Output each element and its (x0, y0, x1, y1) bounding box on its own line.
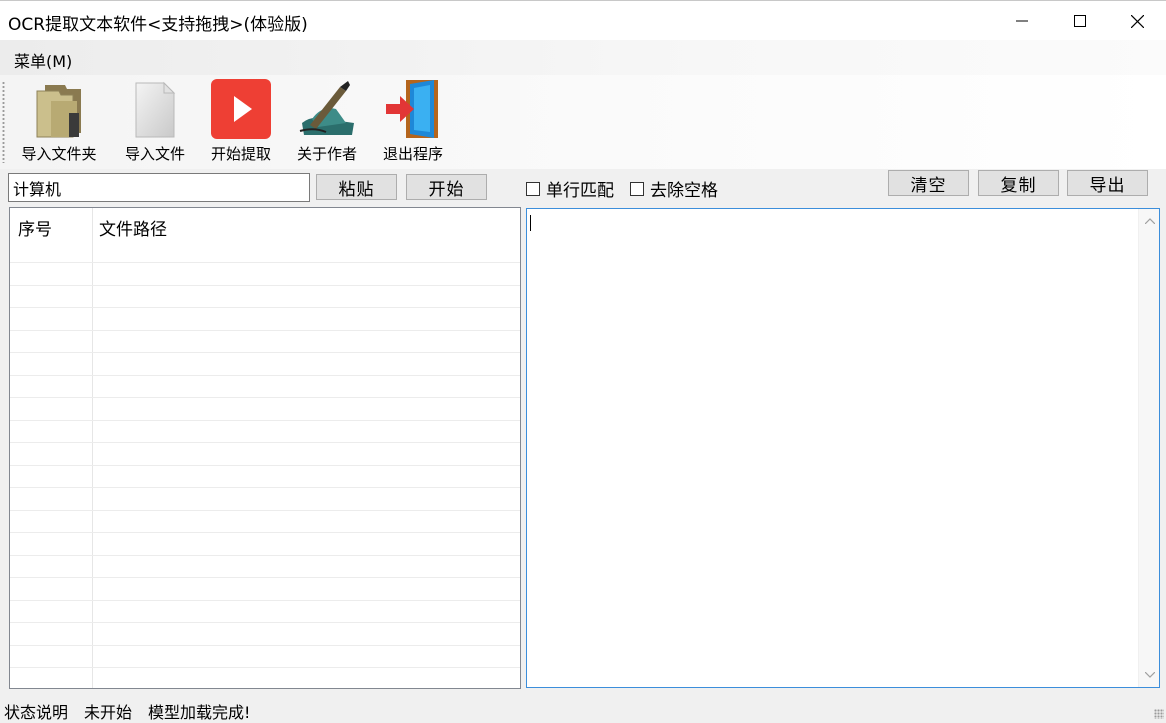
list-row-gridline (10, 645, 520, 646)
list-row-gridline (10, 667, 520, 668)
single-line-checkbox[interactable]: 单行匹配 (526, 176, 614, 201)
remove-spaces-checkbox-label: 去除空格 (650, 181, 718, 201)
list-row-gridline (10, 330, 520, 331)
list-row-gridline (10, 577, 520, 578)
about-author-label: 关于作者 (296, 145, 357, 163)
maximize-button[interactable] (1051, 1, 1109, 41)
text-caret (530, 215, 531, 231)
title-bar: OCR提取文本软件<支持拖拽>(体验版) (0, 0, 1166, 40)
scroll-up-button[interactable] (1139, 211, 1160, 231)
maximize-icon (1074, 15, 1086, 27)
import-file-label: 导入文件 (124, 145, 185, 163)
single-line-checkbox-box[interactable] (526, 181, 540, 196)
toolbar: 导入文件夹 导入文件 开始提取 关于作者 退出程序 (0, 75, 1166, 169)
minimize-button[interactable] (993, 1, 1051, 41)
menu-item-main[interactable]: 菜单(M) (14, 48, 72, 72)
output-textarea[interactable] (526, 208, 1160, 688)
status-label: 状态说明 (4, 703, 69, 722)
list-row-gridline (10, 555, 520, 556)
list-row-gridline (10, 420, 520, 421)
remove-spaces-checkbox[interactable]: 去除空格 (630, 176, 718, 201)
scroll-down-button[interactable] (1139, 665, 1160, 685)
exit-program-button[interactable]: 退出程序 (374, 77, 452, 164)
window-title: OCR提取文本软件<支持拖拽>(体验版) (8, 15, 308, 35)
copy-button[interactable]: 复制 (978, 170, 1059, 196)
paste-button[interactable]: 粘贴 (316, 174, 397, 200)
resize-grip[interactable] (1154, 709, 1164, 719)
list-row-gridline (10, 397, 520, 398)
start-extract-label: 开始提取 (210, 145, 271, 163)
list-row-gridline (10, 487, 520, 488)
status-state: 未开始 (84, 703, 133, 722)
list-row-gridline (10, 262, 520, 263)
close-icon (1130, 14, 1144, 28)
column-header-index[interactable]: 序号 (18, 215, 52, 240)
play-icon (211, 79, 271, 139)
exit-program-label: 退出程序 (382, 145, 443, 163)
start-button[interactable]: 开始 (406, 174, 487, 200)
list-row-gridline (10, 375, 520, 376)
toolbar-grip[interactable] (2, 81, 5, 163)
list-row-gridline (10, 442, 520, 443)
list-header: 序号 文件路径 (10, 208, 520, 242)
list-row-gridline (10, 622, 520, 623)
file-list[interactable]: 序号 文件路径 (9, 207, 521, 689)
menu-bar: 菜单(M) (0, 40, 1166, 75)
chevron-up-icon (1144, 218, 1155, 224)
about-author-button[interactable]: 关于作者 (288, 77, 366, 164)
list-row-gridline (10, 352, 520, 353)
import-file-button[interactable]: 导入文件 (116, 77, 194, 164)
list-row-gridline (10, 600, 520, 601)
export-button[interactable]: 导出 (1067, 170, 1148, 196)
search-input[interactable] (8, 173, 310, 202)
remove-spaces-checkbox-box[interactable] (630, 181, 644, 196)
file-icon (135, 81, 176, 138)
start-extract-button[interactable]: 开始提取 (202, 77, 280, 164)
folder-icon (36, 85, 81, 138)
status-message: 模型加载完成! (148, 703, 251, 722)
pen-writing-icon (299, 81, 354, 135)
list-row-gridline (10, 307, 520, 308)
minimize-icon (1016, 20, 1028, 22)
exit-door-icon (386, 80, 438, 138)
list-row-gridline (10, 532, 520, 533)
import-folder-label: 导入文件夹 (21, 145, 97, 163)
import-folder-button[interactable]: 导入文件夹 (13, 77, 105, 164)
close-button[interactable] (1108, 1, 1166, 41)
list-row-gridline (10, 465, 520, 466)
status-bar: 状态说明 未开始 模型加载完成! (0, 695, 1166, 722)
chevron-down-icon (1144, 672, 1155, 678)
list-row-gridline (10, 510, 520, 511)
column-divider (92, 208, 93, 688)
list-row-gridline (10, 285, 520, 286)
single-line-checkbox-label: 单行匹配 (546, 181, 614, 201)
column-header-path[interactable]: 文件路径 (99, 215, 167, 240)
vertical-scrollbar[interactable] (1138, 209, 1159, 687)
clear-button[interactable]: 清空 (888, 170, 969, 196)
